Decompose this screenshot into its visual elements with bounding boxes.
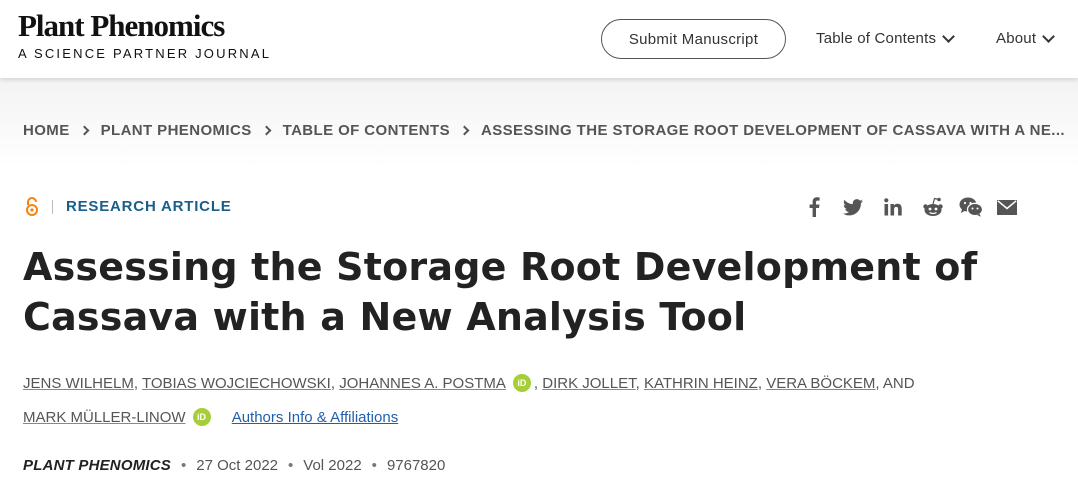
separator-dot: • [181, 457, 187, 474]
publication-info: PLANT PHENOMICS • 27 Oct 2022 • Vol 2022… [23, 457, 445, 474]
article-number: 9767820 [386, 457, 446, 474]
nav-label: Table of Contents [816, 30, 937, 47]
article-title-line-1: Assessing the Storage Root Development o… [23, 245, 978, 289]
facebook-icon[interactable] [803, 196, 825, 218]
orcid-icon[interactable]: iD [192, 408, 211, 427]
author-link[interactable]: DIRK JOLLET [542, 375, 635, 392]
linkedin-icon[interactable] [882, 196, 904, 218]
chevron-down-icon [1042, 29, 1056, 43]
author-conjunction: AND [882, 375, 915, 392]
breadcrumb-journal[interactable]: PLANT PHENOMICS [101, 122, 252, 139]
author-link[interactable]: JOHANNES A. POSTMA [339, 375, 506, 392]
separator-dot: • [288, 457, 294, 474]
author-link[interactable]: TOBIAS WOJCIECHOWSKI [142, 375, 331, 392]
brand-name: Plant Phenomics [18, 8, 225, 43]
publication-date: 27 Oct 2022 [196, 457, 279, 474]
nav-label: About [996, 30, 1037, 47]
chevron-down-icon [942, 29, 956, 43]
site-header: Plant Phenomics A SCIENCE PARTNER JOURNA… [0, 0, 1078, 78]
volume: Vol 2022 [303, 457, 362, 474]
divider [52, 200, 53, 214]
journal-logo[interactable]: Plant Phenomics A SCIENCE PARTNER JOURNA… [18, 8, 272, 62]
separator-dot: • [371, 457, 377, 474]
chevron-right-icon [459, 125, 470, 136]
nav-table-of-contents[interactable]: Table of Contents [816, 29, 956, 47]
open-access-icon [24, 197, 40, 222]
authors-info-affiliations-link[interactable]: Authors Info & Affiliations [232, 409, 399, 426]
breadcrumb-toc[interactable]: TABLE OF CONTENTS [283, 122, 450, 139]
breadcrumb: HOME PLANT PHENOMICS TABLE OF CONTENTS A… [23, 122, 1065, 139]
wechat-icon[interactable] [958, 196, 984, 218]
author-link[interactable]: KATHRIN HEINZ [644, 375, 758, 392]
email-icon[interactable] [996, 196, 1018, 218]
author-link[interactable]: VERA BÖCKEM [766, 375, 875, 392]
journal-name: PLANT PHENOMICS [23, 457, 172, 474]
author-list: JENS WILHELM, TOBIAS WOJCIECHOWSKI, JOHA… [23, 374, 915, 427]
twitter-icon[interactable] [842, 196, 864, 218]
article-title: Assessing the Storage Root Development o… [23, 242, 983, 342]
chevron-right-icon [261, 125, 272, 136]
reddit-icon[interactable] [922, 196, 944, 218]
breadcrumb-home[interactable]: HOME [23, 122, 70, 139]
submit-manuscript-button[interactable]: Submit Manuscript [601, 19, 786, 59]
orcid-icon[interactable]: iD [512, 374, 531, 393]
breadcrumb-current: ASSESSING THE STORAGE ROOT DEVELOPMENT O… [480, 122, 1065, 139]
nav-about[interactable]: About [996, 29, 1056, 47]
article-title-line-2: Cassava with a New Analysis Tool [23, 295, 747, 339]
author-link[interactable]: MARK MÜLLER-LINOW [23, 409, 186, 426]
article-type-label: RESEARCH ARTICLE [66, 198, 232, 215]
author-link[interactable]: JENS WILHELM [23, 375, 134, 392]
chevron-right-icon [79, 125, 90, 136]
brand-tagline: A SCIENCE PARTNER JOURNAL [18, 46, 272, 61]
